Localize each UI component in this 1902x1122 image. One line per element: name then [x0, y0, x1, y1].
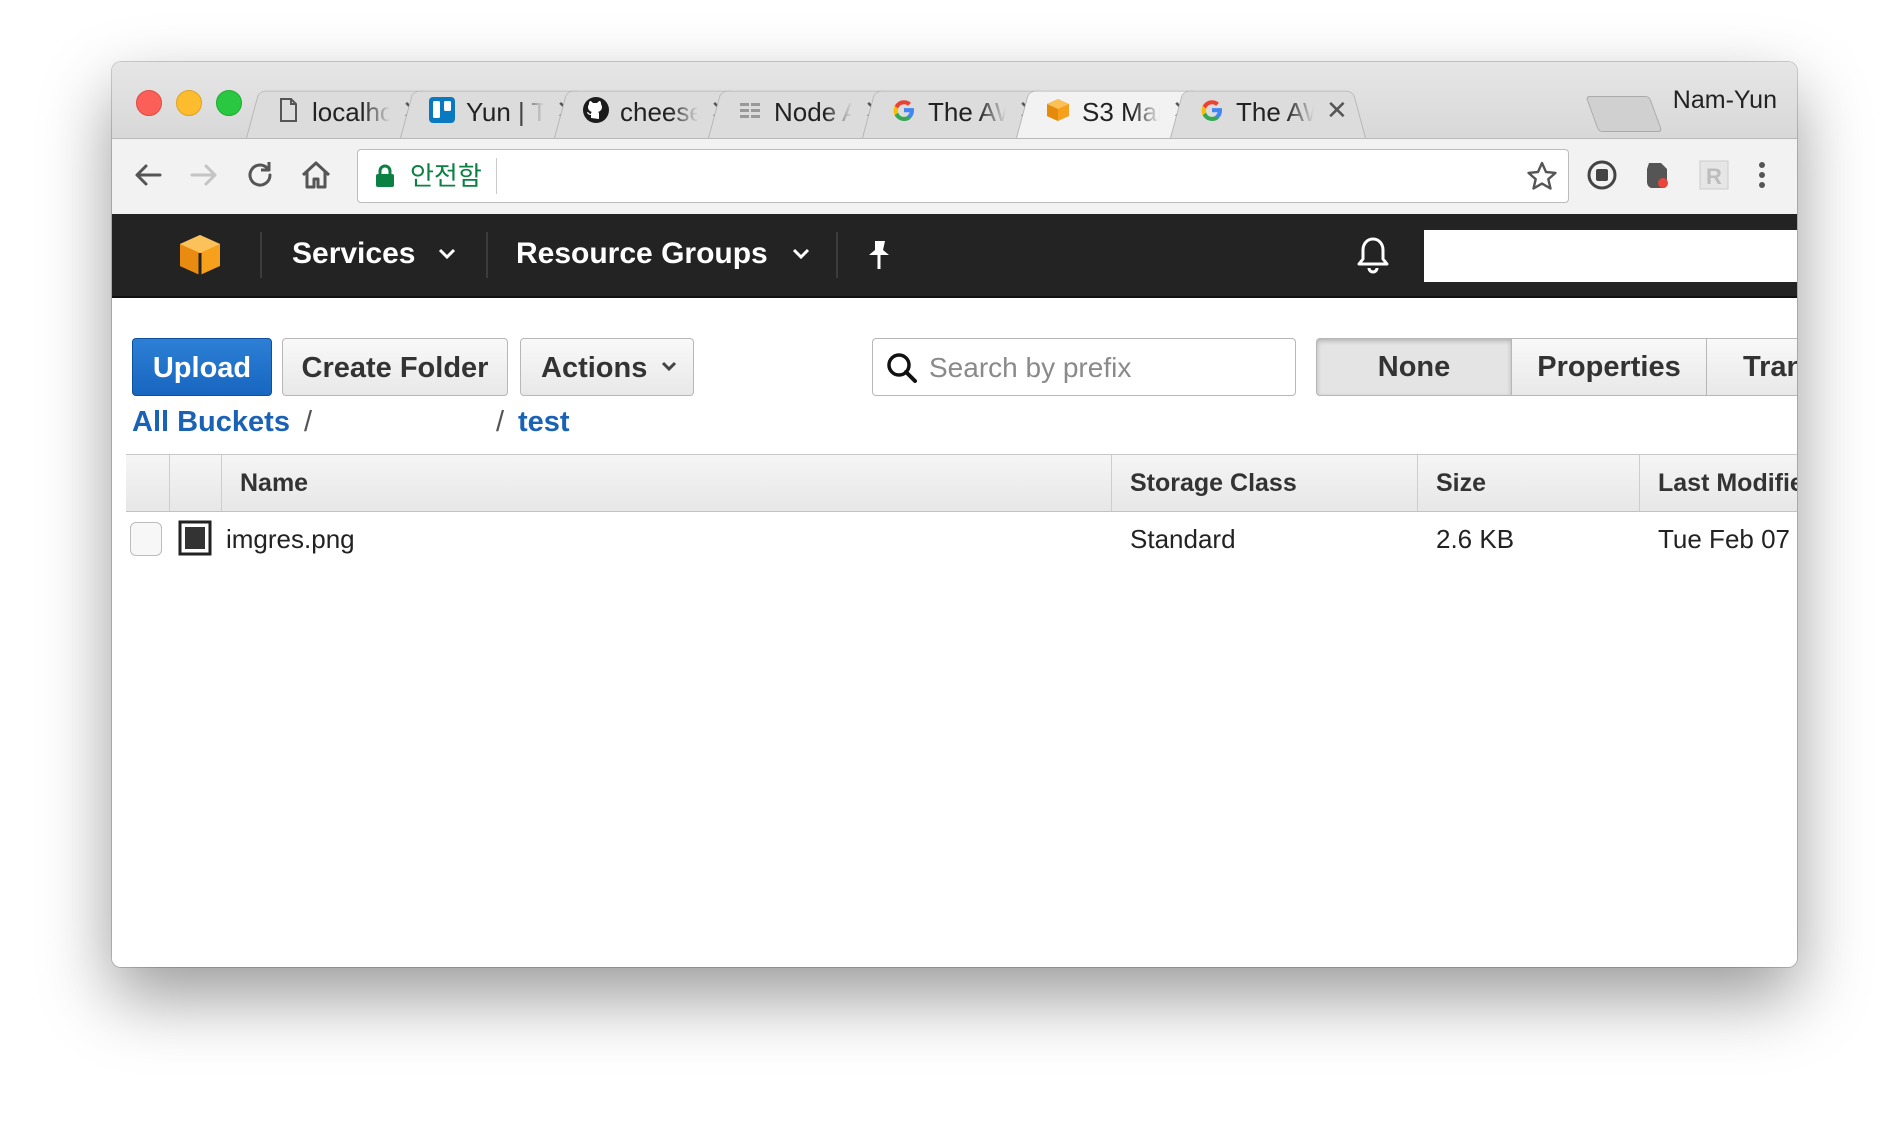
back-icon[interactable]	[130, 157, 166, 193]
tab-label: The AWS	[928, 98, 1006, 126]
chevron-down-icon	[661, 361, 677, 372]
svg-text:R: R	[1706, 164, 1722, 189]
window-minimize-button[interactable]	[176, 90, 202, 116]
tab-label: The AWS	[1236, 98, 1314, 126]
menu-kebab-icon[interactable]	[1744, 157, 1780, 193]
lock-icon	[376, 164, 394, 187]
window-close-button[interactable]	[136, 90, 162, 116]
reload-icon[interactable]	[242, 157, 278, 193]
table-header: Name Storage Class Size Last Modified	[126, 454, 1797, 512]
r-extension-icon[interactable]: R	[1696, 157, 1732, 193]
tab-label: Yun | Trello	[466, 98, 544, 126]
tab-strip: localhost ✕ Yun | Trello ✕ cheese ✕	[112, 62, 1797, 139]
upload-button[interactable]: Upload	[132, 338, 272, 396]
search-placeholder: Search by prefix	[929, 352, 1132, 383]
forward-icon[interactable]	[186, 157, 222, 193]
new-tab-button[interactable]	[1585, 96, 1663, 132]
nav-divider	[260, 232, 262, 278]
tab-label: S3 Management	[1082, 98, 1160, 126]
tab-label: Node API	[774, 98, 852, 126]
account-menu[interactable]	[1424, 230, 1797, 282]
browser-tab[interactable]: The AWS ✕	[1170, 82, 1366, 138]
address-divider	[496, 158, 497, 194]
secure-label: 안전함	[410, 161, 482, 191]
pin-icon[interactable]	[864, 238, 894, 272]
breadcrumb-current-folder[interactable]: test	[518, 402, 570, 442]
chevron-down-icon	[792, 248, 810, 260]
view-none-toggle[interactable]: None	[1316, 338, 1512, 396]
actions-dropdown[interactable]: Actions	[520, 338, 694, 396]
s3-content: Upload Create Folder Actions Search by p…	[112, 298, 1797, 967]
window-maximize-button[interactable]	[216, 90, 242, 116]
bookmark-star-icon[interactable]	[1526, 160, 1558, 192]
github-icon	[583, 97, 609, 123]
column-name[interactable]: Name	[222, 455, 1112, 511]
file-storage-class: Standard	[1130, 524, 1236, 554]
create-folder-button[interactable]: Create Folder	[282, 338, 508, 396]
breadcrumb-all-buckets[interactable]: All Buckets	[132, 402, 290, 442]
column-storage-class[interactable]: Storage Class	[1112, 455, 1418, 511]
tab-label: localhost	[312, 98, 390, 126]
column-size[interactable]: Size	[1418, 455, 1640, 511]
view-transfers-toggle[interactable]: Transfers	[1706, 338, 1797, 396]
profile-name[interactable]: Nam-Yun	[1673, 86, 1777, 115]
google-icon	[893, 100, 914, 121]
search-icon	[887, 353, 917, 383]
tab-label: cheese	[620, 98, 698, 126]
services-menu[interactable]: Services	[292, 234, 415, 274]
file-last-modified: Tue Feb 07 23:	[1658, 524, 1797, 554]
breadcrumb-separator: /	[496, 406, 505, 438]
record-extension-icon[interactable]	[1584, 157, 1620, 193]
select-all-column[interactable]	[126, 455, 170, 511]
actions-label: Actions	[541, 352, 648, 384]
home-icon[interactable]	[298, 157, 334, 193]
search-by-prefix-input[interactable]: Search by prefix	[872, 338, 1296, 396]
browser-window: localhost ✕ Yun | Trello ✕ cheese ✕	[112, 62, 1797, 967]
nav-divider	[836, 232, 838, 278]
notification-bell-icon[interactable]	[1354, 234, 1392, 276]
column-last-modified[interactable]: Last Modified	[1640, 455, 1797, 511]
icon-column	[170, 455, 222, 511]
aws-console-nav: Services Resource Groups	[112, 214, 1797, 299]
tab-close-icon[interactable]: ✕	[1326, 96, 1348, 124]
resource-groups-menu[interactable]: Resource Groups	[516, 234, 768, 274]
table-row[interactable]: imgres.png Standard 2.6 KB Tue Feb 07 23…	[126, 510, 1797, 568]
page-icon	[280, 98, 297, 122]
aws-s3-icon	[1047, 99, 1069, 121]
nav-divider	[486, 232, 488, 278]
view-properties-toggle[interactable]: Properties	[1511, 338, 1707, 396]
browser-toolbar: 안전함 R	[112, 139, 1797, 215]
aws-cube-icon[interactable]	[178, 232, 222, 278]
evernote-extension-icon[interactable]	[1640, 157, 1676, 193]
trello-icon	[429, 97, 455, 123]
doc-icon	[740, 103, 760, 118]
breadcrumb-separator: /	[304, 406, 313, 438]
chevron-down-icon	[438, 248, 456, 260]
file-size: 2.6 KB	[1436, 524, 1515, 554]
row-checkbox[interactable]	[130, 522, 162, 556]
address-bar[interactable]: 안전함	[357, 149, 1569, 203]
file-icon	[178, 520, 212, 556]
google-icon	[1201, 100, 1222, 121]
file-name[interactable]: imgres.png	[226, 510, 355, 568]
